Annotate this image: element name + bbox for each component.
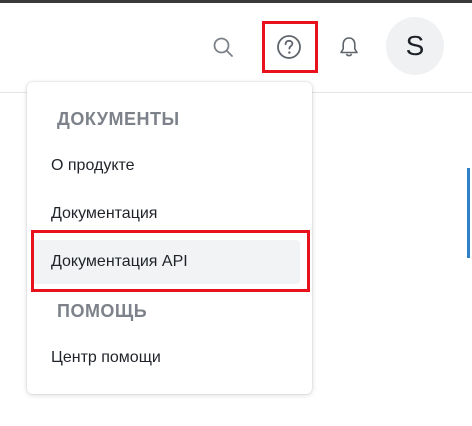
top-bar: S (0, 0, 472, 93)
bell-icon[interactable] (337, 33, 361, 61)
help-icon-highlight (262, 21, 318, 73)
top-edge (0, 0, 472, 3)
avatar[interactable]: S (386, 17, 444, 75)
search-icon[interactable] (209, 33, 237, 61)
avatar-letter: S (405, 30, 425, 61)
page-accent-edge (467, 168, 470, 258)
section-title-help: ПОМОЩЬ (57, 301, 148, 321)
section-title-documents: ДОКУМЕНТЫ (57, 109, 180, 129)
menu-item-about-product[interactable]: О продукте (27, 144, 312, 188)
api-item-highlight (31, 230, 310, 292)
menu-item-label: Документация (51, 205, 158, 222)
menu-item-label: Центр помощи (51, 349, 161, 366)
menu-item-help-center[interactable]: Центр помощи (27, 336, 312, 380)
menu-item-label: О продукте (51, 157, 135, 174)
